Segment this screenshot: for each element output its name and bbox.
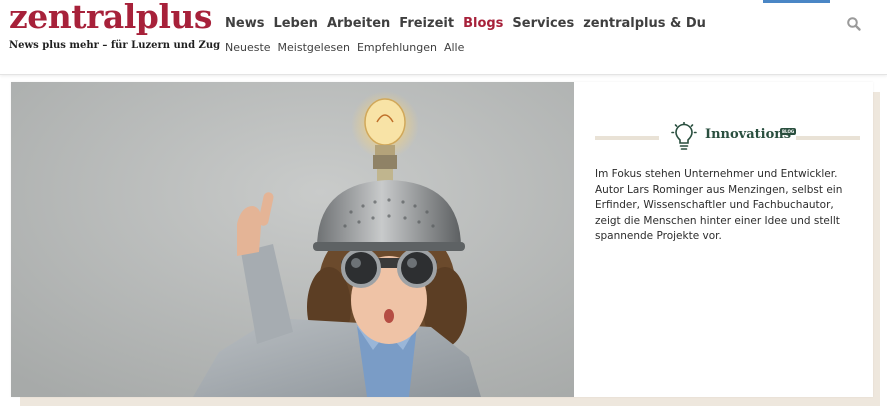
nav-item-zentralplus-du[interactable]: zentralplus & Du (583, 15, 706, 33)
blog-badge: BLOG (780, 128, 797, 135)
search-icon[interactable] (846, 16, 862, 32)
site-logo[interactable]: zentralplus (9, 0, 212, 37)
hero-image (11, 82, 574, 397)
title-rule-left (595, 136, 659, 140)
nav-item-leben[interactable]: Leben (273, 15, 317, 33)
blog-description: Im Fokus stehen Unternehmer und Entwickl… (595, 168, 843, 242)
subnav-item-neueste[interactable]: Neueste (225, 41, 271, 55)
nav-item-arbeiten[interactable]: Arbeiten (327, 15, 390, 33)
nav-item-services[interactable]: Services (512, 15, 574, 33)
account-button-edge[interactable] (763, 0, 830, 3)
sub-nav: Neueste Meistgelesen Empfehlungen Alle (225, 41, 471, 55)
nav-item-news[interactable]: News (225, 15, 264, 33)
site-tagline: News plus mehr – für Luzern und Zug (9, 40, 221, 51)
blog-info-panel: Innovations BLOG Im Fokus stehen Unterne… (574, 82, 873, 397)
site-header: zentralplus News plus mehr – für Luzern … (0, 0, 887, 75)
main-nav: News Leben Arbeiten Freizeit Blogs Servi… (225, 15, 715, 33)
subnav-item-empfehlungen[interactable]: Empfehlungen (357, 41, 437, 55)
subnav-item-alle[interactable]: Alle (444, 41, 464, 55)
child-inventor-illustration (11, 82, 574, 397)
subnav-item-meistgelesen[interactable]: Meistgelesen (278, 41, 350, 55)
nav-item-blogs[interactable]: Blogs (463, 15, 503, 33)
lightbulb-icon (671, 122, 697, 150)
title-rule-right (796, 136, 860, 140)
blog-feature-card[interactable]: Innovations BLOG Im Fokus stehen Unterne… (11, 82, 873, 397)
nav-item-freizeit[interactable]: Freizeit (399, 15, 454, 33)
blog-title[interactable]: Innovations (705, 127, 791, 143)
